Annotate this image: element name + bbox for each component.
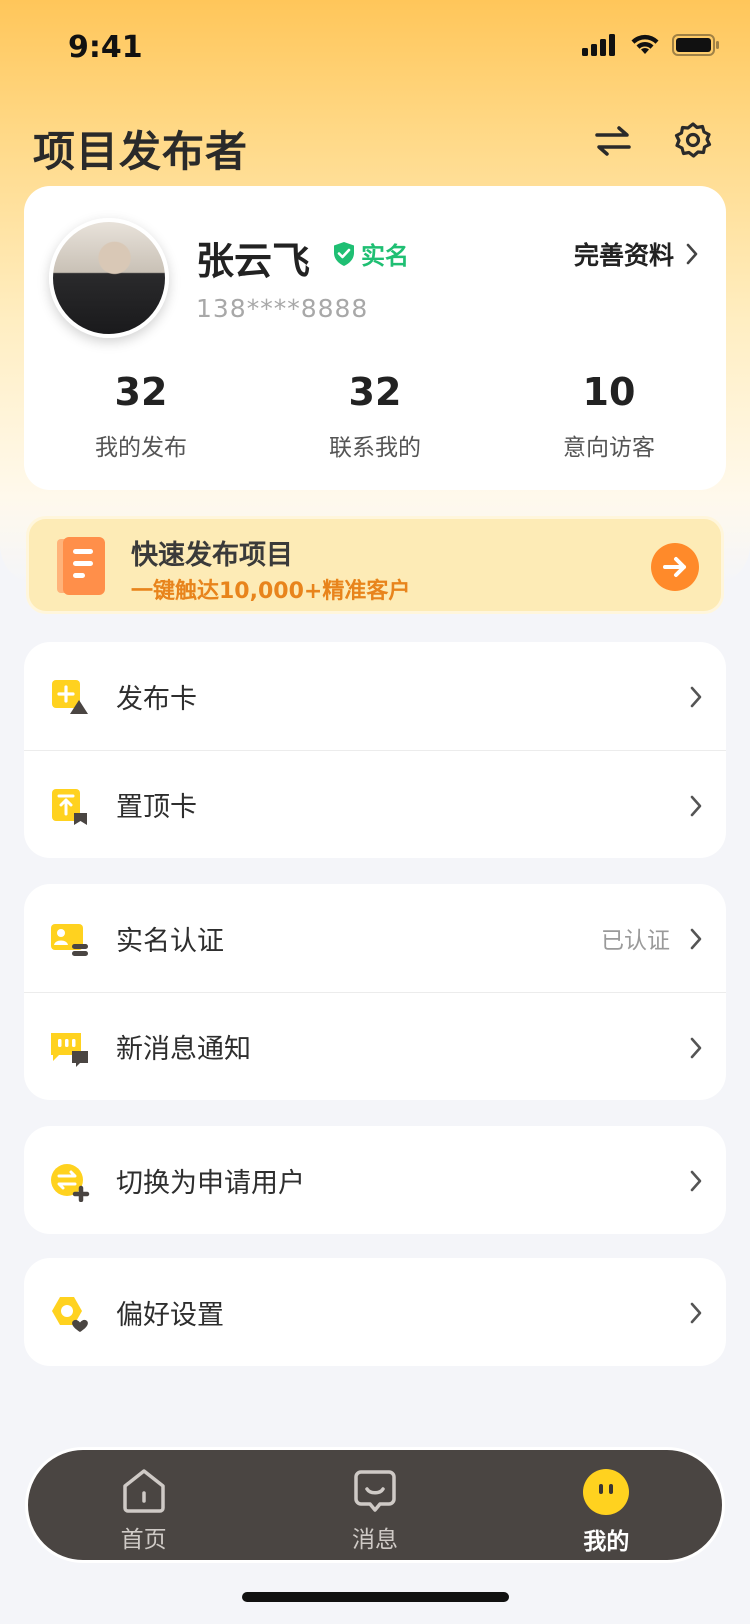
stat-contacted-me[interactable]: 32 联系我的 (258, 370, 492, 462)
document-icon (57, 537, 105, 599)
status-bar: 9:41 (0, 0, 750, 96)
promo-subtitle: 一键触达10,000+精准客户 (131, 579, 411, 604)
avatar[interactable] (49, 218, 169, 338)
id-card-icon (51, 924, 88, 956)
chat-icon (354, 1470, 396, 1512)
auth-status-value: 已认证 (601, 928, 670, 954)
stat-interested-visitors[interactable]: 10 意向访客 (492, 370, 726, 462)
chevron-right-icon (690, 795, 702, 817)
home-indicator (242, 1592, 509, 1602)
stat-value: 32 (348, 370, 402, 414)
menu-item-switch-user[interactable]: 切换为申请用户 (24, 1126, 726, 1234)
menu-item-label: 切换为申请用户 (116, 1167, 305, 1199)
bottom-tab-bar: 首页 消息 我的 (25, 1447, 725, 1563)
stat-value: 32 (114, 370, 168, 414)
verified-label: 实名 (361, 242, 409, 270)
status-icons (582, 34, 720, 56)
complete-profile-link[interactable]: 完善资料 (574, 236, 698, 272)
menu-item-pin-card[interactable]: 置顶卡 (24, 750, 726, 858)
menu-item-label: 发布卡 (116, 683, 197, 715)
chevron-right-icon (690, 1170, 702, 1192)
preference-icon (52, 1297, 88, 1332)
gear-icon (674, 122, 712, 158)
chevron-right-icon (690, 928, 702, 950)
prefs-menu-group: 偏好设置 (24, 1258, 726, 1366)
menu-item-label: 偏好设置 (116, 1299, 224, 1331)
settings-button[interactable] (670, 118, 716, 164)
stat-my-posts[interactable]: 32 我的发布 (24, 370, 258, 462)
cards-menu-group: 发布卡 置顶卡 (24, 642, 726, 858)
home-icon (122, 1469, 165, 1513)
stats-row: 32 我的发布 32 联系我的 10 意向访客 (24, 370, 726, 462)
stat-value: 10 (582, 370, 636, 414)
message-notify-icon (51, 1033, 88, 1067)
chevron-right-icon (686, 243, 698, 265)
profile-card: 张云飞 实名 完善资料 138****8888 32 我的发布 32 联系我的 … (24, 186, 726, 490)
account-menu-group: 实名认证 已认证 新消息通知 (24, 884, 726, 1100)
arrow-right-icon (663, 557, 686, 577)
tab-mine[interactable]: 我的 (491, 1450, 722, 1560)
shield-check-icon (334, 241, 354, 266)
chevron-right-icon (690, 1302, 702, 1324)
menu-item-label: 新消息通知 (116, 1034, 251, 1065)
menu-item-publish-card[interactable]: 发布卡 (24, 642, 726, 750)
menu-item-label: 置顶卡 (116, 792, 197, 823)
chevron-right-icon (690, 1037, 702, 1059)
chevron-right-icon (690, 686, 702, 708)
stat-label: 意向访客 (563, 435, 655, 461)
tab-label: 消息 (351, 1527, 398, 1553)
switch-menu-group: 切换为申请用户 (24, 1126, 726, 1234)
promo-go-button[interactable] (651, 543, 699, 591)
menu-item-real-name-auth[interactable]: 实名认证 已认证 (24, 884, 726, 992)
phone-number: 138****8888 (196, 294, 369, 323)
smile-icon (583, 1469, 630, 1515)
stat-label: 我的发布 (95, 435, 187, 461)
switch-user-icon (51, 1164, 90, 1202)
switch-role-button[interactable] (590, 118, 636, 164)
tab-home[interactable]: 首页 (28, 1450, 259, 1560)
quick-publish-banner[interactable]: 快速发布项目 一键触达10,000+精准客户 (26, 516, 724, 614)
verified-badge: 实名 (332, 236, 409, 271)
page-title: 项目发布者 (33, 127, 249, 176)
menu-item-preferences[interactable]: 偏好设置 (24, 1258, 726, 1366)
menu-item-label: 实名认证 (116, 925, 224, 957)
complete-profile-label: 完善资料 (573, 241, 674, 270)
menu-item-message-notify[interactable]: 新消息通知 (24, 992, 726, 1100)
wifi-icon (631, 34, 659, 54)
status-time: 9:41 (68, 30, 143, 65)
tab-label: 我的 (583, 1529, 630, 1555)
publish-card-icon (52, 680, 88, 714)
tab-messages[interactable]: 消息 (259, 1450, 490, 1560)
tab-label: 首页 (120, 1527, 167, 1553)
pin-card-icon (52, 789, 87, 825)
switch-arrows-icon (595, 126, 631, 156)
stat-label: 联系我的 (329, 435, 421, 461)
user-name: 张云飞 (196, 239, 311, 283)
battery-icon (672, 34, 719, 56)
cellular-signal-icon (582, 34, 615, 56)
promo-title: 快速发布项目 (131, 540, 293, 571)
